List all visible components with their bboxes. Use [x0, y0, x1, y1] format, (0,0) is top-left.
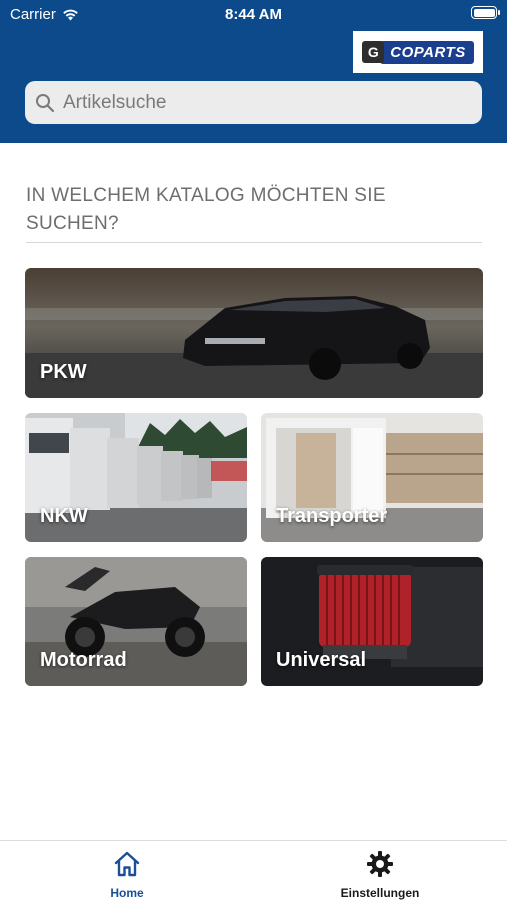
- catalog-tile-universal[interactable]: Universal: [261, 557, 483, 686]
- tile-label-pkw: PKW: [40, 361, 87, 383]
- tile-label-transporter: Transporter: [276, 505, 388, 527]
- coparts-logo: G COPARTS: [353, 31, 483, 73]
- catalog-question: IN WELCHEM KATALOG MÖCHTEN SIE SUCHEN?: [26, 185, 386, 234]
- logo-text: COPARTS: [380, 40, 474, 64]
- battery-icon: [471, 6, 500, 19]
- catalog-tile-transporter[interactable]: Transporter: [261, 413, 483, 542]
- status-time: 8:44 AM: [225, 6, 282, 23]
- logo-mark: G: [362, 41, 385, 63]
- search-input[interactable]: [61, 90, 465, 115]
- catalog-tile-nkw[interactable]: NKW: [25, 413, 247, 542]
- catalog-tile-pkw[interactable]: PKW: [25, 268, 483, 398]
- gear-icon: [367, 851, 393, 877]
- tab-settings[interactable]: Einstellungen: [320, 849, 440, 900]
- pkw-image: [25, 268, 483, 398]
- divider: [26, 242, 482, 243]
- tab-home[interactable]: Home: [67, 849, 187, 900]
- app-header: Carrier 8:44 AM G COPARTS: [0, 0, 507, 143]
- search-bar[interactable]: [25, 81, 482, 124]
- status-bar: Carrier 8:44 AM: [0, 0, 507, 30]
- home-icon: [114, 851, 140, 877]
- tile-label-nkw: NKW: [40, 505, 88, 527]
- tab-home-label: Home: [110, 886, 144, 900]
- tab-settings-label: Einstellungen: [340, 886, 420, 900]
- tab-bar: Home Einstellungen: [0, 840, 507, 901]
- tile-label-motorrad: Motorrad: [40, 649, 127, 671]
- search-icon: [36, 93, 55, 112]
- tile-label-universal: Universal: [276, 649, 367, 671]
- catalog-tile-motorrad[interactable]: Motorrad: [25, 557, 247, 686]
